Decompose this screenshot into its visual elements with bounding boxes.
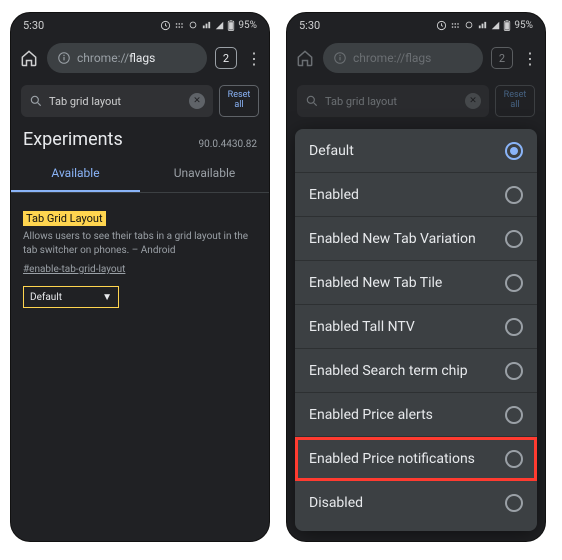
option-label: Default xyxy=(309,143,354,159)
status-bar: 5:30 95% xyxy=(287,13,545,37)
flags-search-input[interactable]: Tab grid layout ✕ xyxy=(21,85,213,117)
page-title: Experiments xyxy=(23,129,123,150)
overflow-menu-button[interactable]: ⋮ xyxy=(245,49,261,68)
clear-search-icon[interactable]: ✕ xyxy=(189,93,205,109)
radio-icon xyxy=(505,362,523,380)
search-icon xyxy=(305,94,319,108)
status-battery: 95% xyxy=(514,20,533,31)
toolbar: chrome://flags 2 ⋮ xyxy=(11,37,269,79)
radio-icon xyxy=(505,318,523,336)
flag-title: Tab Grid Layout xyxy=(23,211,106,226)
status-icons: 95% xyxy=(436,20,533,31)
flags-search-input[interactable]: Tab grid layout ✕ xyxy=(297,85,489,117)
status-battery: 95% xyxy=(238,20,257,31)
status-bar: 5:30 95% xyxy=(11,13,269,37)
dropdown-option[interactable]: Enabled New Tab Tile xyxy=(295,261,537,305)
flag-item: Tab Grid Layout Allows users to see thei… xyxy=(11,193,269,322)
experiments-header: Experiments 90.0.4430.82 xyxy=(11,123,269,156)
radio-icon xyxy=(505,274,523,292)
home-icon[interactable] xyxy=(19,48,39,68)
tabs: Available Unavailable xyxy=(11,156,269,193)
option-label: Enabled New Tab Tile xyxy=(309,275,442,291)
tab-switcher-button[interactable]: 2 xyxy=(215,47,237,69)
option-label: Enabled New Tab Variation xyxy=(309,231,476,247)
flag-dropdown[interactable]: Default ▼ xyxy=(23,286,119,308)
option-label: Enabled Tall NTV xyxy=(309,319,415,335)
dropdown-option[interactable]: Enabled Tall NTV xyxy=(295,305,537,349)
overflow-menu-button[interactable]: ⋮ xyxy=(521,49,537,68)
option-label: Enabled Search term chip xyxy=(309,363,468,379)
option-label: Enabled Price alerts xyxy=(309,407,433,423)
tab-switcher-button[interactable]: 2 xyxy=(491,47,513,69)
chrome-version: 90.0.4430.82 xyxy=(199,139,258,150)
reset-all-button[interactable]: Reset all xyxy=(495,85,535,117)
dropdown-option[interactable]: Enabled New Tab Variation xyxy=(295,217,537,261)
url-bar[interactable]: chrome://flags xyxy=(47,43,207,73)
url-bar[interactable]: chrome://flags xyxy=(323,43,483,73)
dropdown-option[interactable]: Default xyxy=(295,129,537,173)
status-time: 5:30 xyxy=(23,19,44,32)
tab-available[interactable]: Available xyxy=(11,156,140,192)
status-time: 5:30 xyxy=(299,19,320,32)
phone-left: 5:30 95% chrome://flags 2 ⋮ Tab grid lay… xyxy=(10,12,270,542)
radio-icon xyxy=(505,494,523,512)
flags-search-row: Tab grid layout ✕ Reset all xyxy=(287,79,545,123)
dropdown-option[interactable]: Enabled Price alerts xyxy=(295,393,537,437)
dropdown-option[interactable]: Enabled Price notifications xyxy=(295,437,537,481)
option-label: Enabled xyxy=(309,187,359,203)
chevron-down-icon: ▼ xyxy=(102,292,112,303)
dropdown-options-sheet: Default Enabled Enabled New Tab Variation E… xyxy=(295,129,537,531)
radio-icon xyxy=(505,450,523,468)
option-label: Enabled Price notifications xyxy=(309,451,475,467)
tab-unavailable[interactable]: Unavailable xyxy=(140,156,269,192)
search-icon xyxy=(29,94,43,108)
clear-search-icon[interactable]: ✕ xyxy=(465,93,481,109)
home-icon[interactable] xyxy=(295,48,315,68)
info-icon xyxy=(333,51,347,65)
status-icons: 95% xyxy=(160,20,257,31)
radio-icon xyxy=(505,142,523,160)
phone-right: 5:30 95% chrome://flags 2 ⋮ Tab grid lay… xyxy=(286,12,546,542)
toolbar: chrome://flags 2 ⋮ xyxy=(287,37,545,79)
flags-search-row: Tab grid layout ✕ Reset all xyxy=(11,79,269,123)
dropdown-option[interactable]: Enabled Search term chip xyxy=(295,349,537,393)
flag-id-link[interactable]: #enable-tab-grid-layout xyxy=(23,264,125,275)
flag-description: Allows users to see their tabs in a grid… xyxy=(23,230,257,257)
radio-icon xyxy=(505,186,523,204)
reset-all-button[interactable]: Reset all xyxy=(219,85,259,117)
option-label: Disabled xyxy=(309,495,363,511)
radio-icon xyxy=(505,406,523,424)
radio-icon xyxy=(505,230,523,248)
info-icon xyxy=(57,51,71,65)
dropdown-option[interactable]: Enabled xyxy=(295,173,537,217)
dropdown-option[interactable]: Disabled xyxy=(295,481,537,525)
